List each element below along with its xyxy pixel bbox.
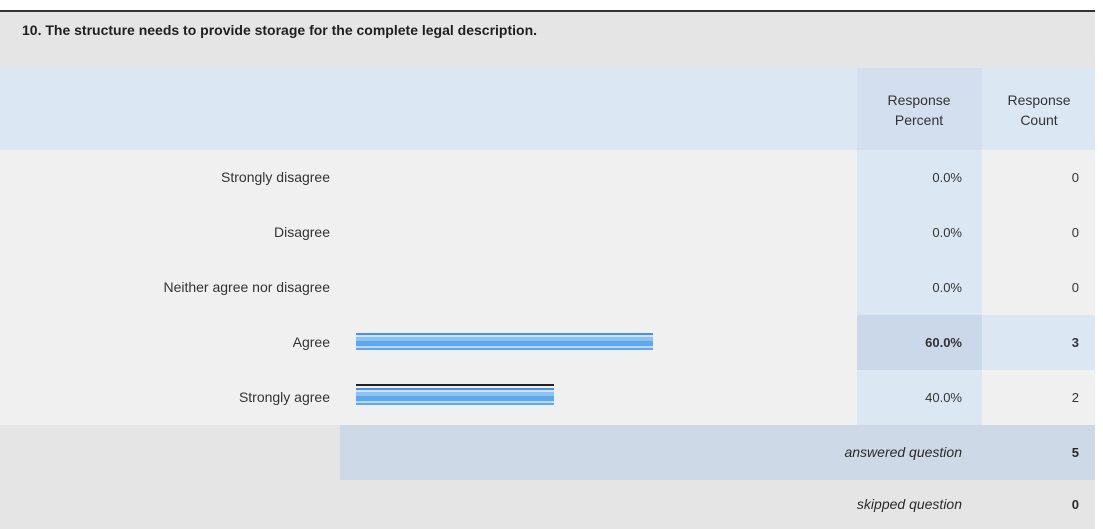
response-count: 3 [1071, 335, 1079, 350]
response-percent-header: Response Percent [887, 92, 951, 128]
survey-question-panel: 10. The structure needs to provide stora… [0, 0, 1103, 529]
answer-row-agree: Agree 60.0% 3 [0, 315, 1095, 370]
bar-area [340, 315, 857, 370]
question-header [0, 12, 1095, 68]
bar-area [340, 370, 857, 425]
response-percent: 0.0% [932, 280, 962, 295]
bar-area [340, 260, 857, 315]
response-count: 0 [1071, 280, 1079, 295]
bar-area [340, 150, 857, 205]
bar-area [340, 205, 857, 260]
skipped-question-label: skipped question [856, 496, 962, 512]
answer-row-neither: Neither agree nor disagree 0.0% 0 [0, 260, 1095, 315]
response-bar [356, 384, 554, 408]
answered-question-label: answered question [844, 444, 962, 460]
answer-label: Strongly disagree [221, 169, 330, 185]
response-percent: 0.0% [932, 170, 962, 185]
answer-label: Strongly agree [238, 389, 330, 405]
answer-row-disagree: Disagree 0.0% 0 [0, 205, 1095, 260]
answered-question-count: 5 [1071, 445, 1079, 460]
response-count: 2 [1071, 390, 1079, 405]
response-bar [356, 331, 653, 353]
answer-label: Disagree [273, 224, 330, 240]
response-count: 0 [1071, 170, 1079, 185]
response-percent: 60.0% [925, 335, 962, 350]
skipped-question-row: skipped question 0 [0, 480, 1095, 529]
response-count: 0 [1071, 225, 1079, 240]
answer-label: Neither agree nor disagree [163, 279, 330, 295]
response-count-header: Response Count [1007, 92, 1071, 128]
skipped-question-count: 0 [1071, 497, 1079, 512]
response-percent: 40.0% [925, 390, 962, 405]
answer-row-strongly-disagree: Strongly disagree 0.0% 0 [0, 150, 1095, 205]
answer-label: Agree [292, 334, 330, 350]
answer-row-strongly-agree: Strongly agree 40.0% 2 [0, 370, 1095, 425]
question-title: 10. The structure needs to provide stora… [22, 22, 538, 38]
response-percent: 0.0% [932, 225, 962, 240]
answered-question-row: answered question 5 [0, 425, 1095, 480]
